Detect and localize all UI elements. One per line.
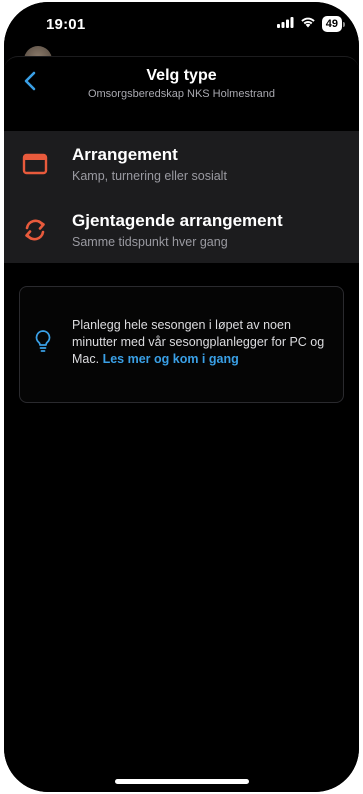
option-description: Samme tidspunkt hver gang <box>72 235 228 249</box>
status-bar: 19:01 49 <box>4 2 359 46</box>
option-recurring-arrangement[interactable]: Gjentagende arrangement Samme tidspunkt … <box>4 197 359 263</box>
status-time: 19:01 <box>46 16 86 33</box>
learn-more-link[interactable]: Les mer og kom i gang <box>103 352 239 366</box>
battery-level: 49 <box>321 16 342 32</box>
season-planner-tip: Planlegg hele sesongen i løpet av noen m… <box>19 286 344 403</box>
option-description: Kamp, turnering eller sosialt <box>72 169 227 183</box>
calendar-icon <box>22 151 48 177</box>
page-title: Velg type <box>146 67 217 84</box>
option-list: Arrangement Kamp, turnering eller sosial… <box>4 131 359 263</box>
lightbulb-icon <box>34 329 52 353</box>
select-type-sheet: Velg type Omsorgsberedskap NKS Holmestra… <box>4 56 359 792</box>
option-arrangement[interactable]: Arrangement Kamp, turnering eller sosial… <box>4 131 359 197</box>
page-subtitle: Omsorgsberedskap NKS Holmestrand <box>87 88 276 100</box>
option-title: Arrangement <box>72 145 178 164</box>
repeat-icon <box>22 217 48 243</box>
battery-tip <box>343 21 345 27</box>
status-icons: 49 <box>276 15 345 33</box>
wifi-icon <box>300 15 316 33</box>
nav-bar: Velg type Omsorgsberedskap NKS Holmestra… <box>4 57 359 113</box>
option-title: Gjentagende arrangement <box>72 211 283 230</box>
tip-text: Planlegg hele sesongen i løpet av noen m… <box>72 317 333 368</box>
cellular-signal-icon <box>276 15 294 33</box>
phone-screen: 19:01 49 Velg type Omsorgsberedskap NKS … <box>4 2 359 792</box>
home-indicator[interactable] <box>114 779 249 784</box>
battery-icon: 49 <box>321 16 345 32</box>
